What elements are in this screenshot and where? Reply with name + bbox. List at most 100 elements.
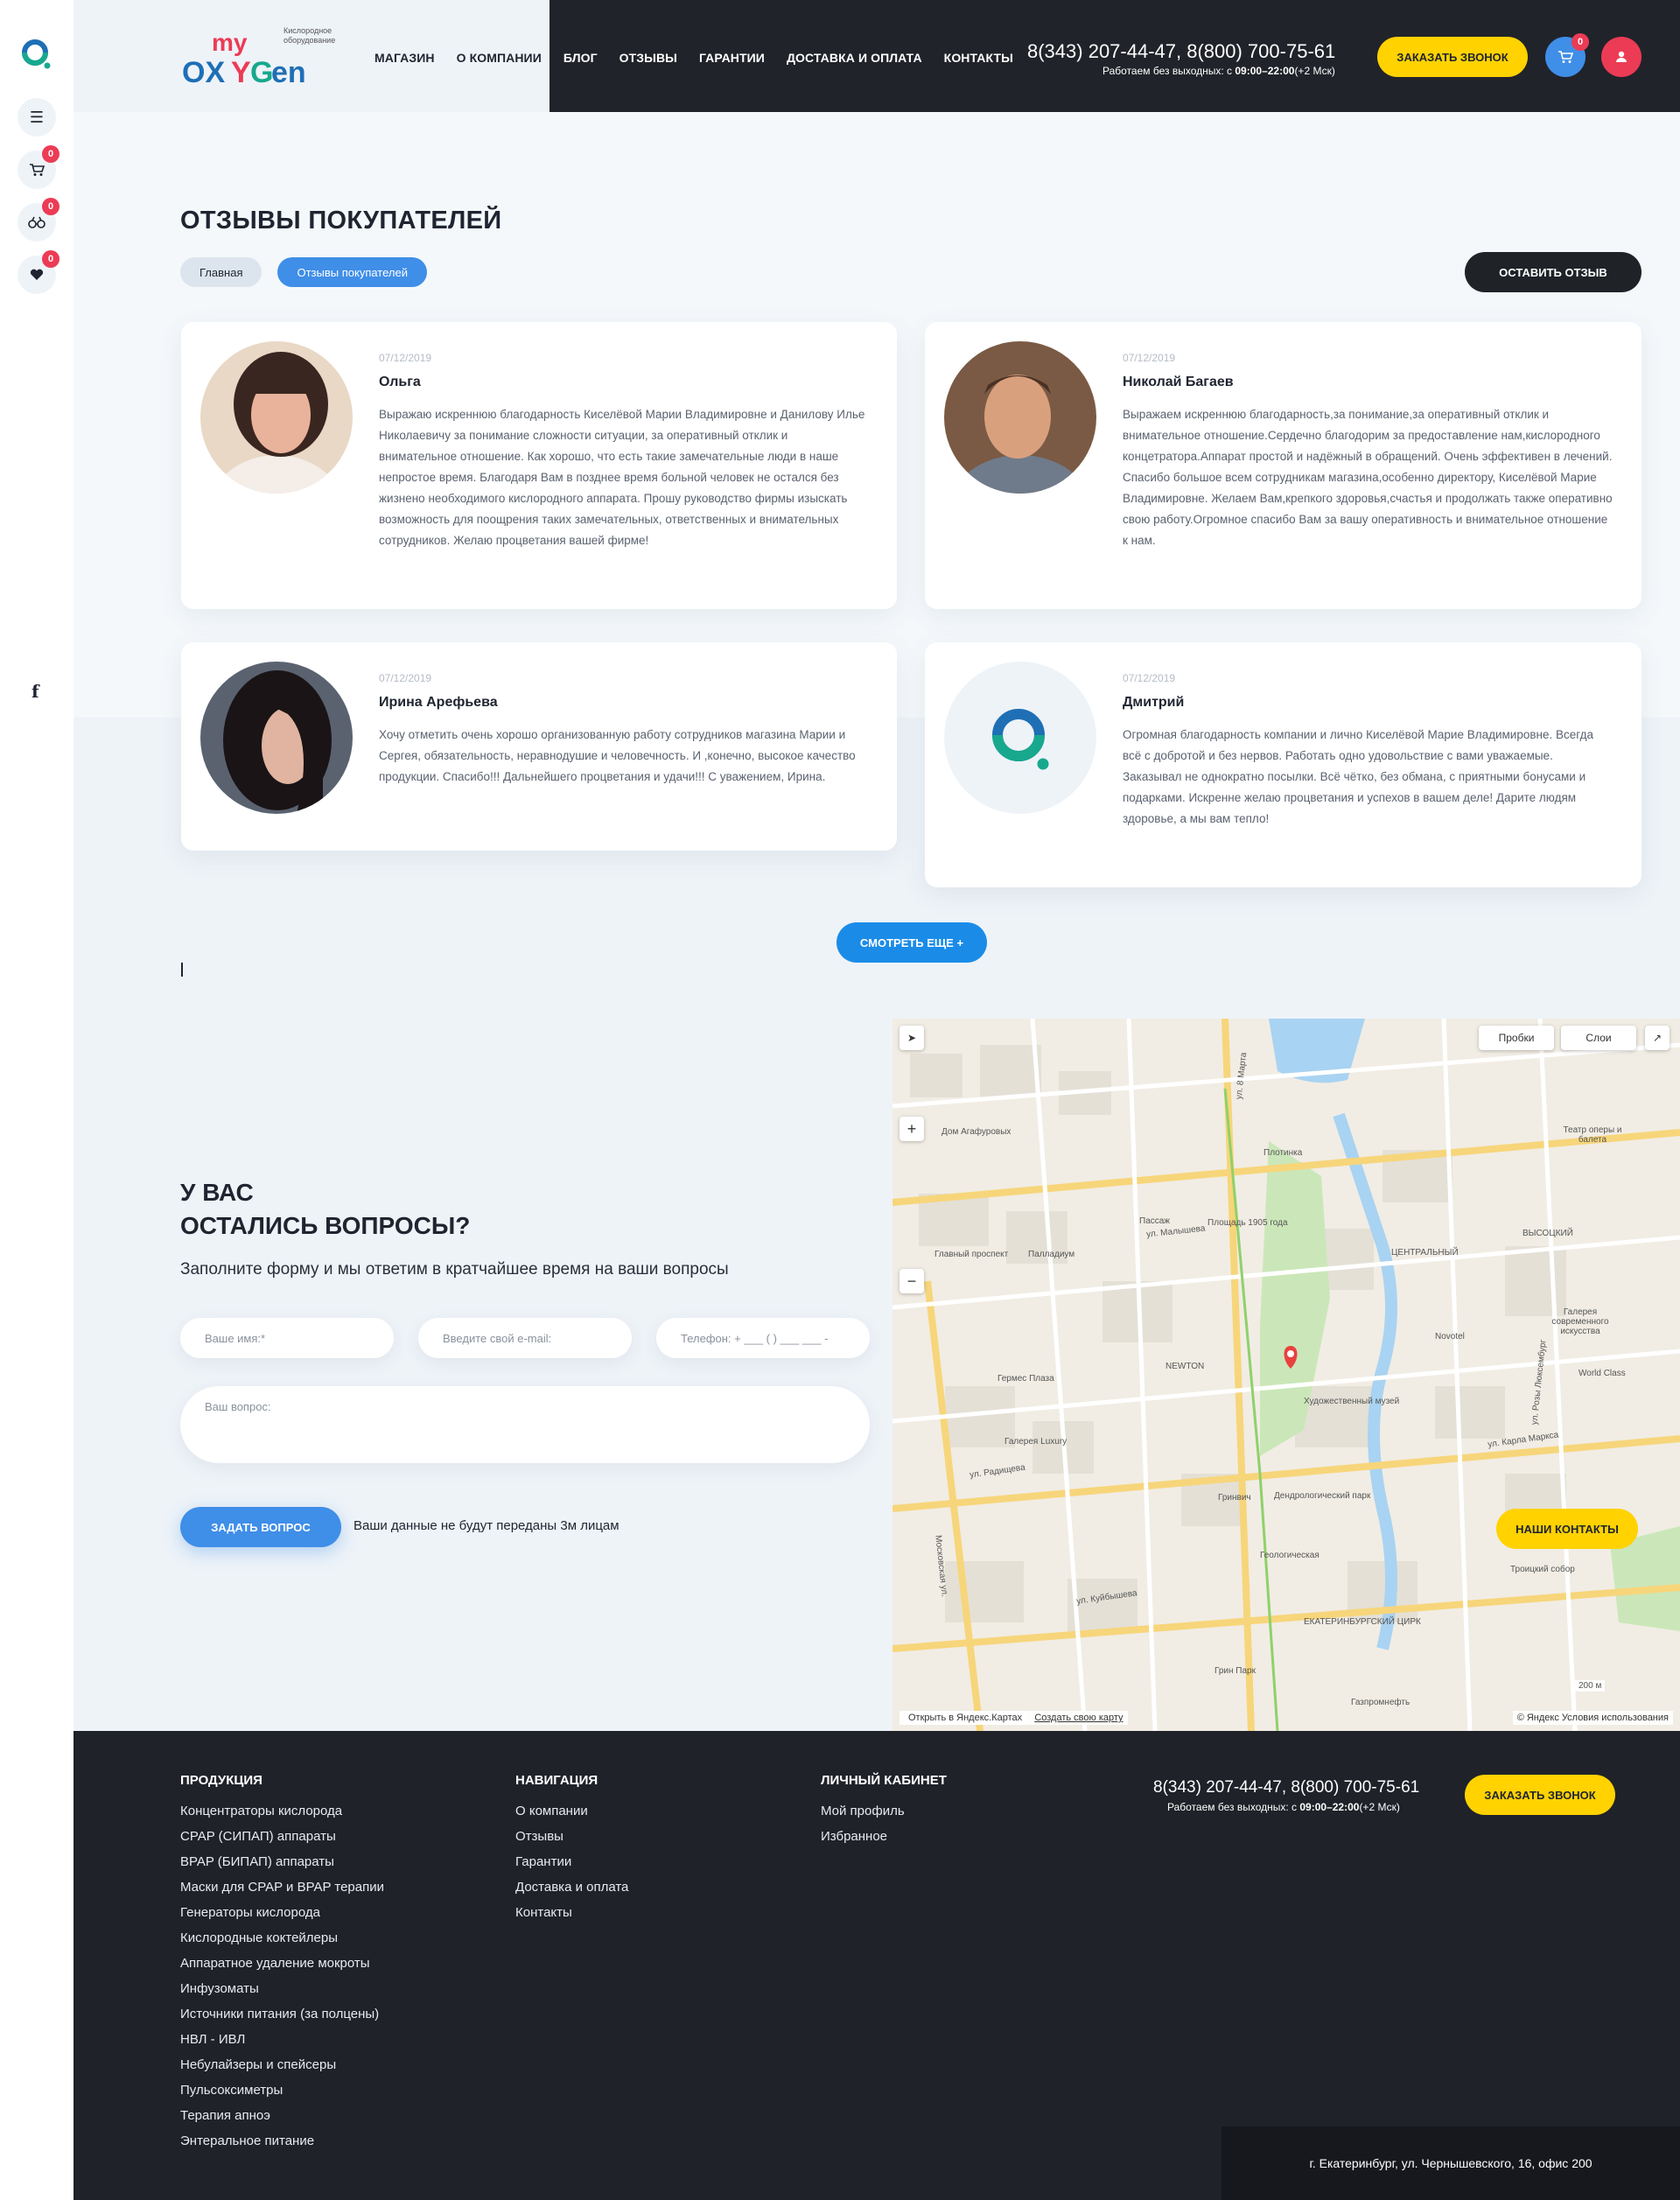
svg-text:en: en [271,56,306,89]
footer-link[interactable]: Концентраторы кислорода [180,1798,384,1824]
footer-link[interactable]: НВЛ - ИВЛ [180,2027,384,2052]
footer-order-call-button[interactable]: ЗАКАЗАТЬ ЗВОНОК [1465,1775,1615,1815]
site-footer: ПРОДУКЦИЯ Концентраторы кислорода CPAP (… [74,1731,1680,2200]
create-map-link[interactable]: Создать свою карту [1034,1713,1123,1723]
review-text: Хочу отметить очень хорошо организованну… [379,728,856,783]
nav-contacts[interactable]: КОНТАКТЫ [944,51,1013,65]
footer-navigation: НАВИГАЦИЯ О компании Отзывы Гарантии Дос… [515,1773,628,1925]
footer-link[interactable]: Небулайзеры и спейсеры [180,2052,384,2077]
breadcrumb: Главная Отзывы покупателей [180,257,427,287]
header-cart-button[interactable]: 0 [1545,33,1589,77]
map-footer: Открыть в Яндекс.Картах Создать свою кар… [892,1705,1680,1731]
nav-blog[interactable]: БЛОГ [564,51,598,65]
review-author: Николай Багаев [1123,375,1234,389]
user-icon [1616,51,1627,62]
breadcrumb-home[interactable]: Главная [180,257,262,287]
site-header: my OX Y G en Кислородное оборудование МА… [74,0,1680,112]
review-date: 07/12/2019 [379,352,432,364]
footer-link[interactable]: Отзывы [515,1824,628,1849]
rail-cart-button[interactable]: 0 [18,145,60,189]
email-input[interactable]: Введите свой e-mail: [418,1318,632,1358]
footer-account: ЛИЧНЫЙ КАБИНЕТ Мой профиль Избранное [821,1773,947,1849]
footer-link[interactable]: Мой профиль [821,1798,947,1824]
map-label: Театр оперы и балета [1563,1125,1622,1145]
header-phones[interactable]: 8(343) 207-44-47, 8(800) 700-75-61 [1027,40,1335,63]
footer-link[interactable]: Маски для CPAP и BPAP терапии [180,1874,384,1900]
rail-compare-button[interactable]: 0 [18,198,60,242]
review-text: Выражаю искреннюю благодарность Киселёво… [379,408,865,547]
brand-mark-icon[interactable] [21,39,52,70]
open-in-yandex-link[interactable]: Открыть в Яндекс.Картах [904,1711,1027,1725]
user-account-button[interactable] [1601,37,1642,77]
main-nav: МАГАЗИН О КОМПАНИИ БЛОГ ОТЗЫВЫ ГАРАНТИИ … [374,51,1035,65]
review-author: Ирина Арефьева [379,695,498,710]
zoom-in-button[interactable]: + [900,1117,924,1141]
question-textarea[interactable]: Ваш вопрос: [180,1386,870,1463]
cart-count-badge: 0 [42,145,60,163]
footer-phones[interactable]: 8(343) 207-44-47, 8(800) 700-75-61 [1153,1778,1419,1797]
cart-icon [1558,51,1573,63]
review-card: 07/12/2019 Ирина Арефьева Хочу отметить … [181,642,897,851]
map-label: Галерея современного искусства [1551,1307,1609,1336]
footer-link[interactable]: Контакты [515,1900,628,1925]
traffic-button[interactable]: Пробки [1479,1026,1554,1050]
map-label: World Class [1578,1369,1626,1378]
svg-text:G: G [250,56,273,89]
footer-link[interactable]: BPAP (БИПАП) аппараты [180,1849,384,1874]
svg-text:OX: OX [182,56,225,89]
our-contacts-button[interactable]: НАШИ КОНТАКТЫ [1496,1509,1638,1549]
footer-link[interactable]: CPAP (СИПАП) аппараты [180,1824,384,1849]
page-title: ОТЗЫВЫ ПОКУПАТЕЛЕЙ [180,207,502,235]
footer-link[interactable]: Терапия апноэ [180,2103,384,2128]
menu-button[interactable]: ☰ [18,98,56,137]
show-more-button[interactable]: СМОТРЕТЬ ЕЩЕ + [836,922,987,963]
map-label: Плотинка [1264,1148,1303,1158]
nav-shop[interactable]: МАГАЗИН [374,51,435,65]
yandex-map[interactable]: ➤ + − Пробки Слои ↗ НАШИ КОНТАКТЫ ул. Ма… [892,1019,1680,1731]
footer-link[interactable]: Гарантии [515,1849,628,1874]
nav-reviews[interactable]: ОТЗЫВЫ [620,51,677,65]
footer-link[interactable]: О компании [515,1798,628,1824]
cart-icon [30,164,45,176]
name-input[interactable]: Ваше имя:* [180,1318,394,1358]
footer-link[interactable]: Инфузоматы [180,1976,384,2001]
ask-question-button[interactable]: ЗАДАТЬ ВОПРОС [180,1507,341,1547]
map-label: Грин Парк [1214,1666,1256,1676]
fullscreen-button[interactable]: ↗ [1645,1026,1670,1050]
phone-input[interactable]: Телефон: + ___ ( ) ___ ___ - [656,1318,870,1358]
footer-products-heading: ПРОДУКЦИЯ [180,1773,262,1788]
footer-link[interactable]: Пульсоксиметры [180,2077,384,2103]
review-author: Ольга [379,375,421,389]
text-cursor [181,963,183,977]
footer-hours: Работаем без выходных: с 09:00–22:00(+2 … [1167,1801,1400,1813]
footer-link[interactable]: Источники питания (за полцены) [180,2001,384,2027]
footer-link[interactable]: Аппаратное удаление мокроты [180,1951,384,1976]
order-call-button[interactable]: ЗАКАЗАТЬ ЗВОНОК [1377,37,1528,77]
map-label: Дендрологический парк [1274,1491,1371,1501]
avatar [944,662,1096,814]
rail-favorites-button[interactable]: 0 [18,250,60,294]
map-label: NEWTON [1166,1362,1205,1371]
leave-review-button[interactable]: ОСТАВИТЬ ОТЗЫВ [1465,252,1642,292]
compare-icon [28,216,46,228]
map-copyright[interactable]: © Яндекс Условия использования [1512,1711,1673,1725]
map-label: ЕКАТЕРИНБУРГСКИЙ ЦИРК [1304,1617,1421,1627]
footer-link[interactable]: Генераторы кислорода [180,1900,384,1925]
geolocation-button[interactable]: ➤ [900,1026,924,1050]
footer-link[interactable]: Энтеральное питание [180,2128,384,2154]
expand-icon: ↗ [1652,1032,1662,1044]
map-label: Палладиум [1028,1250,1075,1259]
nav-guarantees[interactable]: ГАРАНТИИ [699,51,765,65]
footer-link[interactable]: Доставка и оплата [515,1874,628,1900]
map-label: Пассаж [1139,1216,1170,1226]
map-label: Novotel [1435,1332,1465,1342]
footer-link[interactable]: Кислородные коктейлеры [180,1925,384,1951]
footer-link[interactable]: Избранное [821,1824,947,1849]
layers-button[interactable]: Слои [1561,1026,1636,1050]
nav-about[interactable]: О КОМПАНИИ [457,51,542,65]
nav-delivery[interactable]: ДОСТАВКА И ОПЛАТА [787,51,922,65]
header-cart-badge: 0 [1572,33,1589,51]
review-card: 07/12/2019 Николай Багаев Выражаем искре… [925,322,1642,609]
zoom-out-button[interactable]: − [900,1269,924,1293]
facebook-icon[interactable]: f [32,681,39,702]
